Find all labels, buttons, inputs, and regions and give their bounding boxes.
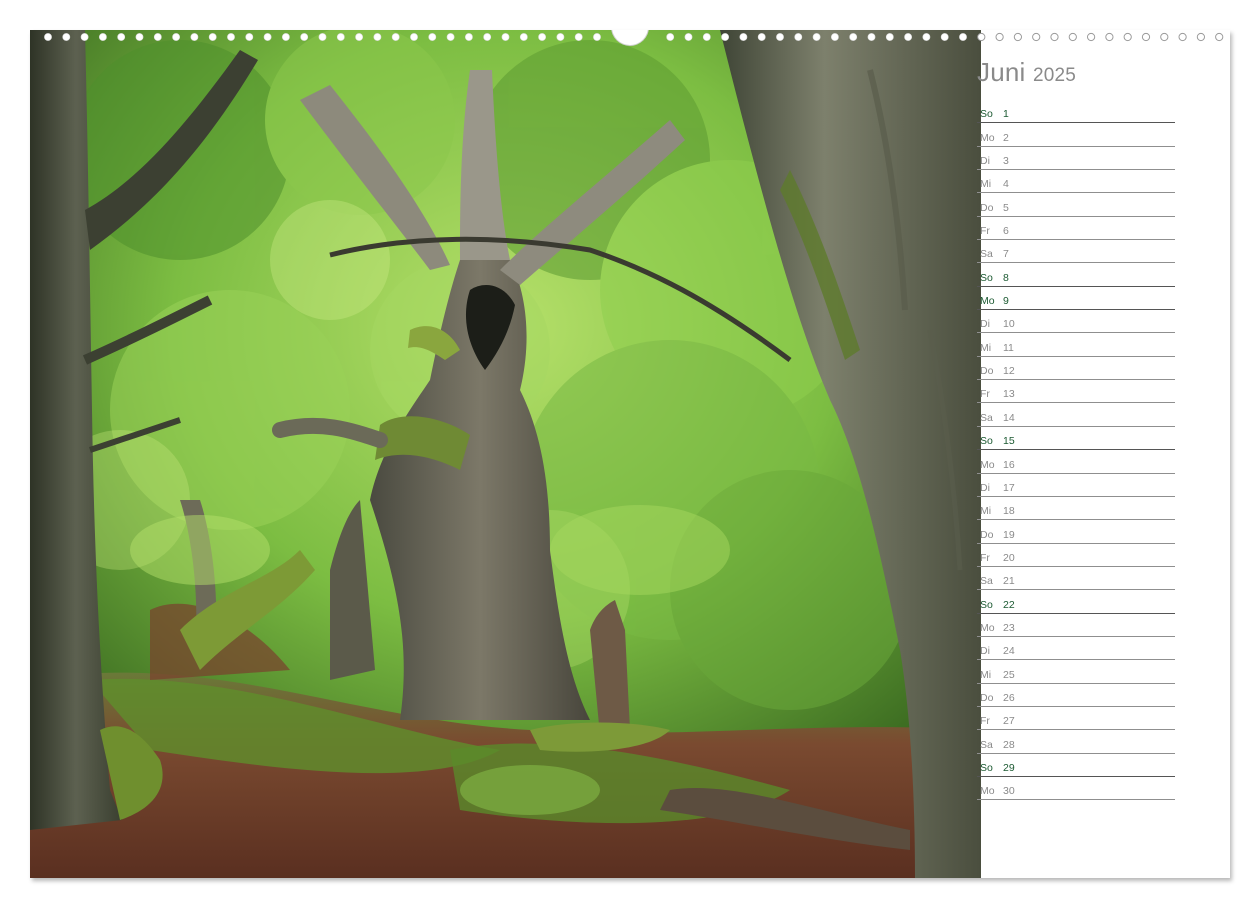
weekday-label: So — [980, 435, 993, 448]
weekday-label: Fr — [980, 225, 990, 238]
day-number: 17 — [1003, 481, 1015, 494]
weekday-label: Di — [980, 645, 990, 658]
day-row: Do 5 — [977, 193, 1175, 217]
weekday-label: Di — [980, 481, 990, 494]
day-row: Di 24 — [977, 637, 1175, 661]
weekday-label: Mo — [980, 295, 995, 308]
day-number: 23 — [1003, 621, 1015, 634]
day-row: Fr 6 — [977, 217, 1175, 241]
day-row: Di 10 — [977, 310, 1175, 334]
weekday-label: Mi — [980, 341, 992, 354]
day-row: Mi 25 — [977, 660, 1175, 684]
day-row: Mo 16 — [977, 450, 1175, 474]
day-row: So 29 — [977, 754, 1175, 777]
day-row: Do 19 — [977, 520, 1175, 544]
day-row: Fr 13 — [977, 380, 1175, 404]
day-row: Sa 7 — [977, 240, 1175, 264]
year-label: 2025 — [1032, 65, 1077, 86]
day-row: Sa 14 — [977, 403, 1175, 427]
forest-photo — [30, 30, 981, 878]
day-row: So 15 — [977, 427, 1175, 451]
weekday-label: Fr — [980, 388, 990, 401]
day-number: 29 — [1003, 761, 1015, 774]
weekday-label: Mi — [980, 668, 992, 681]
weekday-label: So — [980, 271, 993, 284]
day-number: 10 — [1003, 318, 1015, 331]
day-row: Sa 28 — [977, 730, 1175, 754]
day-row: Mi 11 — [977, 333, 1175, 357]
day-number: 24 — [1003, 645, 1015, 658]
day-number: 12 — [1003, 365, 1015, 378]
day-row: Fr 20 — [977, 544, 1175, 567]
weekday-label: Sa — [980, 248, 993, 261]
day-list: So 1 Mo 2 Di 3 Mi 4 Do 5 Fr 6 Sa 7 So 8 Mo 9 Di 10 Mi 11 Do 12 F… — [977, 100, 1175, 801]
day-number: 4 — [1003, 178, 1009, 191]
weekday-label: Sa — [980, 411, 993, 424]
weekday-label: Sa — [980, 738, 993, 751]
day-number: 26 — [1003, 691, 1015, 704]
day-number: 3 — [1003, 155, 1009, 168]
weekday-label: Fr — [980, 715, 990, 728]
day-number: 30 — [1003, 785, 1015, 798]
weekday-label: Do — [980, 365, 994, 378]
day-row: Di 17 — [977, 474, 1175, 497]
weekday-label: Mi — [980, 505, 992, 518]
day-number: 22 — [1003, 598, 1015, 611]
day-number: 1 — [1003, 108, 1009, 121]
day-row: Mo 23 — [977, 614, 1175, 637]
weekday-label: So — [980, 598, 993, 611]
day-row: Di 3 — [977, 147, 1175, 171]
day-row: Sa 21 — [977, 567, 1175, 591]
weekday-label: Mo — [980, 458, 995, 471]
day-number: 5 — [1003, 201, 1009, 214]
day-number: 27 — [1003, 715, 1015, 728]
day-number: 16 — [1003, 458, 1015, 471]
day-number: 13 — [1003, 388, 1015, 401]
weekday-label: Mo — [980, 621, 995, 634]
day-row: Mo 9 — [977, 287, 1175, 311]
weekday-label: Do — [980, 201, 994, 214]
day-number: 6 — [1003, 225, 1009, 238]
day-row: So 8 — [977, 263, 1175, 287]
day-number: 7 — [1003, 248, 1009, 261]
weekday-label: Di — [980, 318, 990, 331]
weekday-label: Mo — [980, 785, 995, 798]
day-number: 8 — [1003, 271, 1009, 284]
weekday-label: So — [980, 108, 993, 121]
weekday-label: Mi — [980, 178, 992, 191]
day-row: Mi 18 — [977, 497, 1175, 521]
day-number: 14 — [1003, 411, 1015, 424]
day-number: 15 — [1003, 435, 1015, 448]
weekday-label: Mo — [980, 131, 995, 144]
weekday-label: Do — [980, 691, 994, 704]
weekday-label: Di — [980, 155, 990, 168]
day-row: Fr 27 — [977, 707, 1175, 731]
day-row: Mo 30 — [977, 777, 1175, 801]
day-row: Mo 2 — [977, 123, 1175, 147]
month-name: Juni — [977, 57, 1026, 87]
month-title: Juni 2025 — [977, 57, 1076, 88]
day-number: 2 — [1003, 131, 1009, 144]
day-row: Mi 4 — [977, 170, 1175, 194]
day-number: 28 — [1003, 738, 1015, 751]
day-number: 19 — [1003, 528, 1015, 541]
weekday-label: So — [980, 761, 993, 774]
day-number: 11 — [1003, 341, 1014, 354]
day-number: 18 — [1003, 505, 1015, 518]
day-number: 25 — [1003, 668, 1015, 681]
day-number: 9 — [1003, 295, 1009, 308]
day-row: So 22 — [977, 590, 1175, 614]
day-number: 21 — [1003, 575, 1015, 588]
day-row: Do 26 — [977, 684, 1175, 707]
weekday-label: Do — [980, 528, 994, 541]
weekday-label: Sa — [980, 575, 993, 588]
forest-photo-illustration — [30, 30, 981, 878]
day-number: 20 — [1003, 551, 1015, 564]
weekday-label: Fr — [980, 551, 990, 564]
day-row: Do 12 — [977, 357, 1175, 381]
day-row: So 1 — [977, 100, 1175, 124]
